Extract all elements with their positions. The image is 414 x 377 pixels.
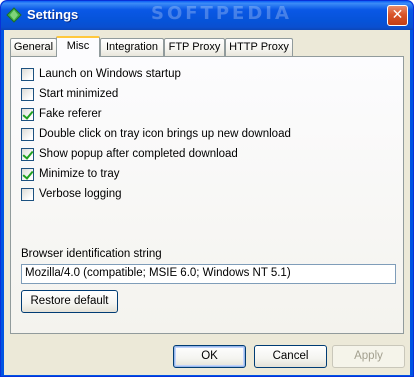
tab-label: General xyxy=(13,41,54,53)
option-minimize-to-tray[interactable]: Minimize to tray xyxy=(21,166,120,182)
option-label: Launch on Windows startup xyxy=(39,68,181,80)
app-icon xyxy=(6,7,22,23)
close-icon: ✕ xyxy=(391,7,404,23)
tab-label: Integration xyxy=(106,41,158,53)
option-label: Verbose logging xyxy=(39,188,122,200)
option-label: Start minimized xyxy=(39,88,119,100)
option-label: Fake referer xyxy=(39,108,102,120)
settings-window: Settings SOFTPEDIA ✕ General Misc Integr… xyxy=(0,0,414,377)
checkbox[interactable] xyxy=(21,187,34,201)
checkbox[interactable] xyxy=(21,167,34,181)
browser-id-label: Browser identification string xyxy=(21,248,162,260)
option-fake-referer[interactable]: Fake referer xyxy=(21,106,102,122)
option-start-minimized[interactable]: Start minimized xyxy=(21,86,118,102)
watermark: SOFTPEDIA xyxy=(151,3,292,24)
checkbox[interactable] xyxy=(21,87,34,101)
restore-default-button[interactable]: Restore default xyxy=(21,290,118,313)
tab-http-proxy[interactable]: HTTP Proxy xyxy=(225,38,293,56)
apply-button[interactable]: Apply xyxy=(332,345,405,368)
option-double-click-tray[interactable]: Double click on tray icon brings up new … xyxy=(21,126,291,142)
cancel-button[interactable]: Cancel xyxy=(254,345,327,368)
checkbox[interactable] xyxy=(21,67,34,81)
option-verbose-logging[interactable]: Verbose logging xyxy=(21,186,121,202)
misc-tab-panel: Launch on Windows startup Start minimize… xyxy=(10,56,404,334)
close-button[interactable]: ✕ xyxy=(387,5,408,26)
option-label: Minimize to tray xyxy=(39,168,120,180)
tab-label: HTTP Proxy xyxy=(229,41,289,53)
option-label: Double click on tray icon brings up new … xyxy=(39,128,291,140)
tab-misc[interactable]: Misc xyxy=(56,36,100,57)
option-label: Show popup after completed download xyxy=(39,148,238,160)
option-show-popup[interactable]: Show popup after completed download xyxy=(21,146,238,162)
ok-button[interactable]: OK xyxy=(173,345,246,368)
tab-ftp-proxy[interactable]: FTP Proxy xyxy=(164,38,225,56)
tab-integration[interactable]: Integration xyxy=(100,38,164,56)
checkbox[interactable] xyxy=(21,107,34,121)
browser-id-input[interactable]: Mozilla/4.0 (compatible; MSIE 6.0; Windo… xyxy=(21,264,396,284)
tab-label: FTP Proxy xyxy=(168,41,221,53)
tab-label: Misc xyxy=(66,40,90,52)
window-title: Settings xyxy=(27,7,79,22)
dialog-body: General Misc Integration FTP Proxy HTTP … xyxy=(4,30,410,375)
checkbox[interactable] xyxy=(21,147,34,161)
checkbox[interactable] xyxy=(21,127,34,141)
title-bar[interactable]: Settings SOFTPEDIA ✕ xyxy=(1,1,413,30)
tab-general[interactable]: General xyxy=(10,38,57,56)
option-launch-on-startup[interactable]: Launch on Windows startup xyxy=(21,66,181,82)
